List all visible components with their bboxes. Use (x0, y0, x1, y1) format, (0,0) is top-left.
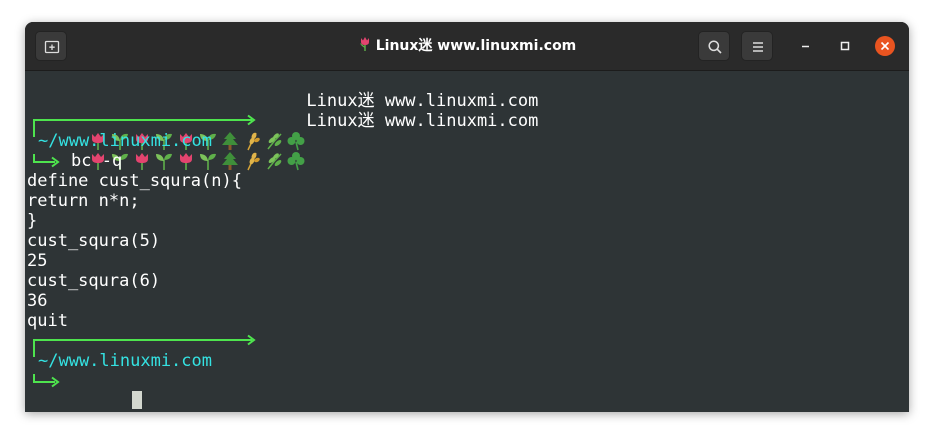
text-cursor (132, 391, 143, 409)
prompt-command: bc -q (71, 151, 123, 171)
tulip-icon (358, 36, 372, 58)
output-line: cust_squra(6) (27, 271, 161, 291)
terminal-window: Linux迷 www.linuxmi.com Linux迷 www.linuxm… (25, 22, 909, 412)
output-line: } (27, 211, 38, 231)
titlebar: Linux迷 www.linuxmi.com (25, 22, 909, 71)
window-title: Linux迷 www.linuxmi.com (25, 36, 909, 58)
prompt-input-line[interactable] (71, 371, 143, 409)
banner-line: Linux迷 www.linuxmi.com (27, 91, 538, 171)
prompt-path: ~/www.linuxmi.com (38, 351, 212, 371)
banner-line: Linux迷 www.linuxmi.com (27, 71, 538, 151)
maximize-button[interactable] (835, 36, 855, 56)
output-line: quit (27, 311, 68, 331)
minimize-button[interactable] (796, 36, 816, 56)
output-line: define cust_squra(n){ (27, 171, 242, 191)
shamrock-icon (287, 152, 305, 171)
output-line: 36 (27, 291, 48, 311)
close-button[interactable] (875, 36, 895, 56)
output-line: 25 (27, 251, 48, 271)
prompt-path: ~/www.linuxmi.com (38, 131, 212, 151)
herb-icon (267, 153, 282, 170)
window-title-text: Linux迷 www.linuxmi.com (375, 38, 577, 54)
banner-text: Linux迷 www.linuxmi.com (306, 111, 539, 131)
menu-button[interactable] (741, 31, 773, 61)
output-line: cust_squra(5) (27, 231, 161, 251)
search-button[interactable] (698, 31, 730, 61)
output-line: return n*n; (27, 191, 140, 211)
terminal-content[interactable]: Linux迷 www.linuxmi.com Linux迷 www.linuxm… (27, 70, 907, 412)
